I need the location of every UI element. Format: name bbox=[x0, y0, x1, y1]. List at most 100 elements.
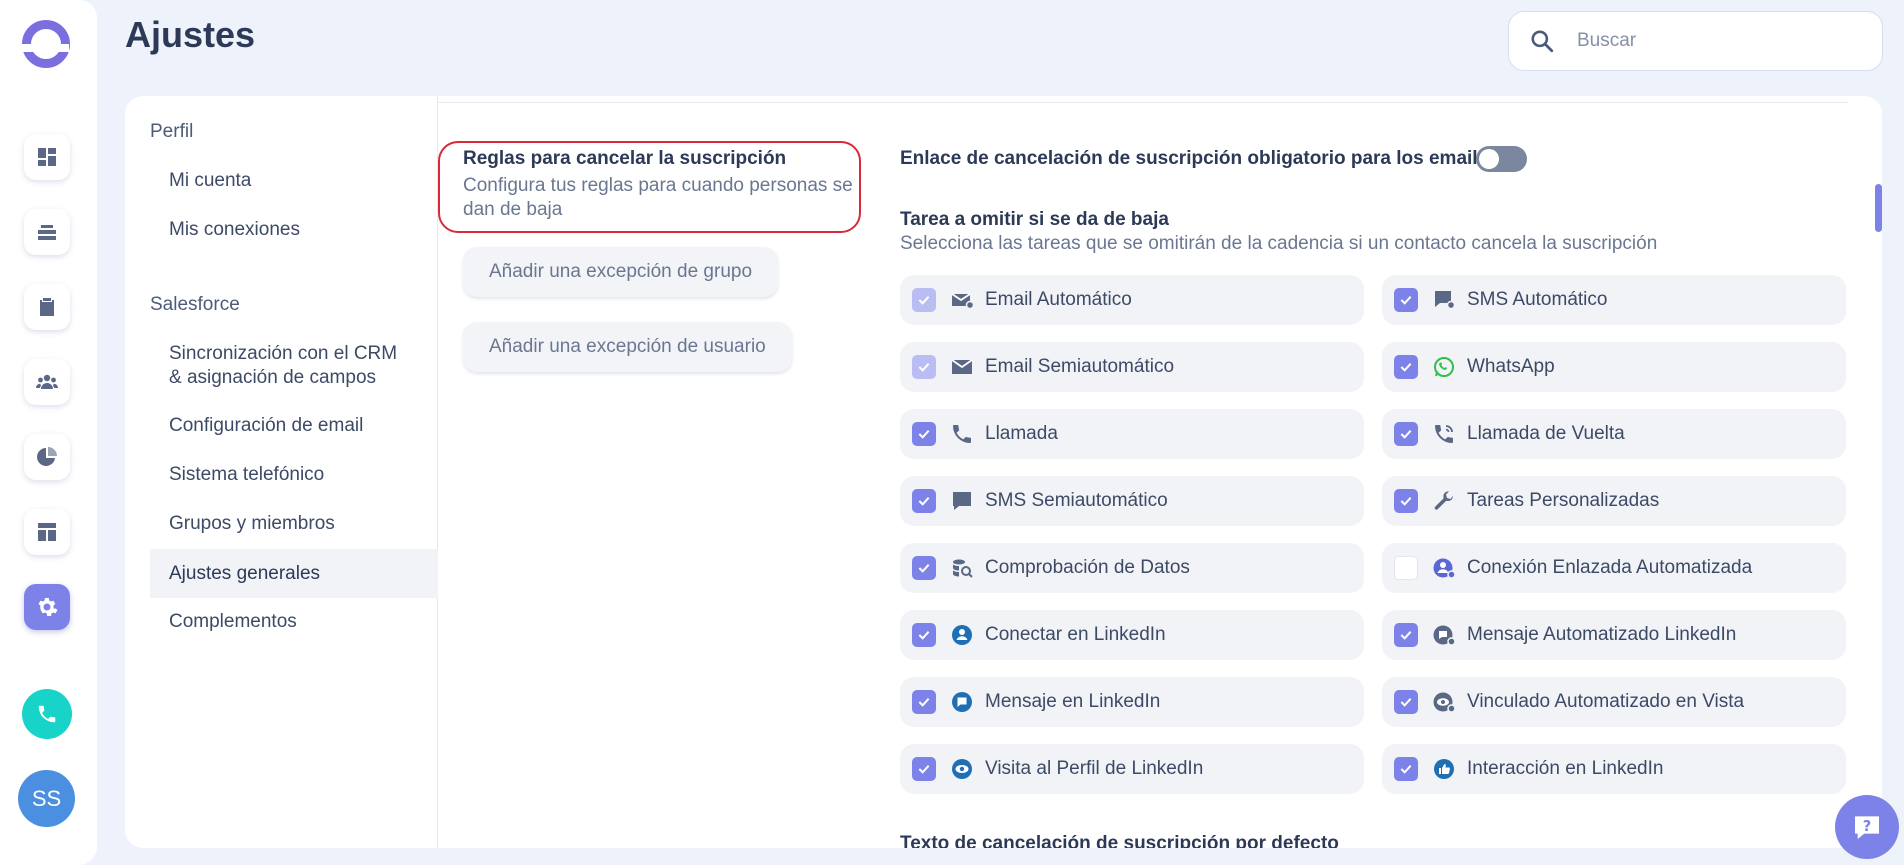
task-label: Mensaje en LinkedIn bbox=[985, 691, 1161, 712]
stack-icon bbox=[38, 225, 56, 240]
checkbox[interactable] bbox=[1394, 623, 1418, 647]
wrench-icon bbox=[1430, 488, 1458, 514]
nav-item-crm-sync[interactable]: Sincronización con el CRM & asignación d… bbox=[150, 342, 410, 390]
settings-nav: Perfil Mi cuenta Mis conexiones Salesfor… bbox=[125, 96, 438, 848]
dashboard-icon[interactable] bbox=[24, 134, 70, 180]
check-icon bbox=[918, 764, 930, 774]
checkbox[interactable] bbox=[1394, 355, 1418, 379]
task-item[interactable]: Llamada de Vuelta bbox=[1382, 409, 1846, 459]
nav-item-addons[interactable]: Complementos bbox=[150, 610, 438, 634]
chat-icon bbox=[948, 488, 976, 514]
task-item[interactable]: Conectar en LinkedIn bbox=[900, 610, 1364, 660]
page-title: Ajustes bbox=[125, 14, 256, 55]
pie-chart-icon[interactable] bbox=[24, 434, 70, 480]
stack-icon[interactable] bbox=[24, 209, 70, 255]
settings-panel: Perfil Mi cuenta Mis conexiones Salesfor… bbox=[125, 96, 1882, 848]
default-unsubscribe-text-title: Texto de cancelación de suscripción por … bbox=[900, 833, 1339, 848]
task-item[interactable]: Mensaje en LinkedIn bbox=[900, 677, 1364, 727]
sms-auto-icon bbox=[1430, 287, 1458, 313]
callback-icon bbox=[1430, 421, 1458, 447]
help-button[interactable]: ? bbox=[1835, 795, 1899, 859]
rules-description: Configura tus reglas para cuando persona… bbox=[463, 175, 853, 220]
task-item[interactable]: SMS Semiautomático bbox=[900, 476, 1364, 526]
app-logo[interactable] bbox=[21, 20, 70, 68]
task-label: Conectar en LinkedIn bbox=[985, 624, 1166, 645]
task-item[interactable]: Vinculado Automatizado en Vista bbox=[1382, 677, 1846, 727]
svg-text:?: ? bbox=[1863, 818, 1872, 835]
task-label: Llamada de Vuelta bbox=[1467, 423, 1625, 444]
unsubscribe-link-toggle[interactable] bbox=[1476, 146, 1527, 172]
task-label: Email Automático bbox=[985, 289, 1132, 310]
gear-icon bbox=[38, 598, 58, 616]
scrollbar-thumb[interactable] bbox=[1875, 184, 1882, 232]
search-box[interactable] bbox=[1508, 11, 1883, 71]
linkedin-view-icon bbox=[948, 756, 976, 782]
nav-section-perfil: Perfil bbox=[150, 121, 194, 142]
settings-gear-icon[interactable] bbox=[24, 584, 70, 630]
task-item[interactable]: Tareas Personalizadas bbox=[1382, 476, 1846, 526]
task-item[interactable]: SMS Automático bbox=[1382, 275, 1846, 325]
checkbox[interactable] bbox=[912, 288, 936, 312]
nav-section-salesforce: Salesforce bbox=[150, 294, 240, 315]
checkbox[interactable] bbox=[1394, 422, 1418, 446]
avatar[interactable]: SS bbox=[18, 770, 75, 827]
check-icon bbox=[918, 496, 930, 506]
check-icon bbox=[1400, 496, 1412, 506]
task-label: Conexión Enlazada Automatizada bbox=[1467, 557, 1753, 578]
nav-item-mi-cuenta[interactable]: Mi cuenta bbox=[150, 169, 438, 193]
checkbox[interactable] bbox=[1394, 690, 1418, 714]
left-rail: SS bbox=[0, 0, 97, 865]
task-item[interactable]: Mensaje Automatizado LinkedIn bbox=[1382, 610, 1846, 660]
help-chat-icon: ? bbox=[1855, 816, 1879, 839]
nav-item-groups[interactable]: Grupos y miembros bbox=[150, 512, 438, 536]
nav-item-general-settings[interactable]: Ajustes generales bbox=[150, 549, 438, 598]
checkbox[interactable] bbox=[912, 489, 936, 513]
data-check-icon bbox=[948, 555, 976, 581]
rules-title: Reglas para cancelar la suscripción bbox=[463, 148, 787, 169]
task-item[interactable]: Conexión Enlazada Automatizada bbox=[1382, 543, 1846, 593]
checkbox[interactable] bbox=[912, 355, 936, 379]
checkbox[interactable] bbox=[912, 422, 936, 446]
linkedin-auto-view-icon bbox=[1430, 689, 1458, 715]
phone-icon bbox=[948, 421, 976, 447]
checkbox[interactable] bbox=[1394, 489, 1418, 513]
add-user-exception-button[interactable]: Añadir una excepción de usuario bbox=[463, 322, 792, 372]
check-icon bbox=[1400, 764, 1412, 774]
phone-button[interactable] bbox=[22, 689, 72, 739]
email-icon bbox=[948, 354, 976, 380]
check-icon bbox=[1400, 362, 1412, 372]
checkbox[interactable] bbox=[1394, 757, 1418, 781]
linkedin-message-icon bbox=[948, 689, 976, 715]
task-label: Email Semiautomático bbox=[985, 356, 1175, 377]
whatsapp-icon bbox=[1430, 354, 1458, 380]
dashboard-icon bbox=[38, 148, 56, 166]
nav-item-phone-system[interactable]: Sistema telefónico bbox=[150, 463, 438, 487]
phone-icon bbox=[38, 705, 56, 723]
nav-item-mis-conexiones[interactable]: Mis conexiones bbox=[150, 218, 438, 242]
task-item[interactable]: Comprobación de Datos bbox=[900, 543, 1364, 593]
task-item[interactable]: Interacción en LinkedIn bbox=[1382, 744, 1846, 794]
task-label: Comprobación de Datos bbox=[985, 557, 1190, 578]
checkbox[interactable] bbox=[912, 623, 936, 647]
search-input[interactable] bbox=[1577, 30, 1857, 52]
clipboard-icon[interactable] bbox=[24, 284, 70, 330]
add-group-exception-button[interactable]: Añadir una excepción de grupo bbox=[463, 247, 779, 297]
task-item[interactable]: WhatsApp bbox=[1382, 342, 1846, 392]
task-item[interactable]: Email Semiautomático bbox=[900, 342, 1364, 392]
checkbox[interactable] bbox=[912, 757, 936, 781]
task-item[interactable]: Llamada bbox=[900, 409, 1364, 459]
task-item[interactable]: Email Automático bbox=[900, 275, 1364, 325]
checkbox[interactable] bbox=[1394, 556, 1418, 580]
check-icon bbox=[918, 697, 930, 707]
check-icon bbox=[1400, 697, 1412, 707]
task-label: Visita al Perfil de LinkedIn bbox=[985, 758, 1204, 779]
checkbox[interactable] bbox=[912, 690, 936, 714]
task-item[interactable]: Visita al Perfil de LinkedIn bbox=[900, 744, 1364, 794]
checkbox[interactable] bbox=[1394, 288, 1418, 312]
unsubscribe-link-label: Enlace de cancelación de suscripción obl… bbox=[900, 148, 1489, 169]
nav-item-email-config[interactable]: Configuración de email bbox=[150, 414, 438, 438]
checkbox[interactable] bbox=[912, 556, 936, 580]
people-icon[interactable] bbox=[24, 359, 70, 405]
check-icon bbox=[1400, 429, 1412, 439]
layout-icon[interactable] bbox=[24, 509, 70, 555]
